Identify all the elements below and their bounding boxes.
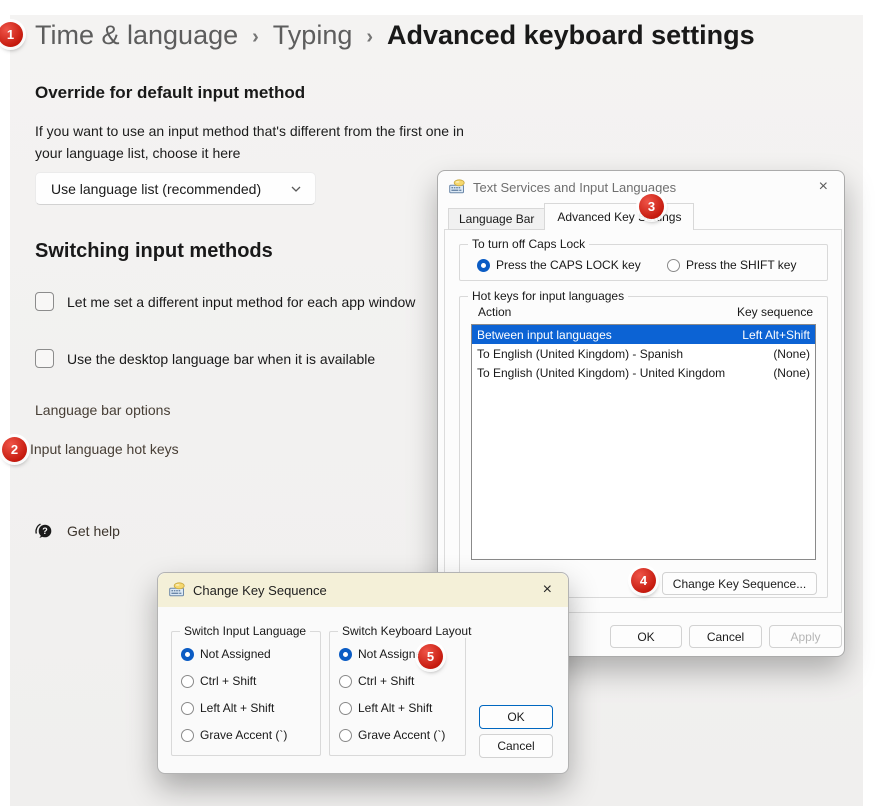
input-method-dropdown-value: Use language list (recommended) bbox=[51, 181, 261, 197]
checkbox-row-desktop-language-bar[interactable]: Use the desktop language bar when it is … bbox=[35, 349, 375, 368]
radio-input-grave-accent[interactable]: Grave Accent (`) bbox=[181, 728, 320, 742]
text-services-dialog-title: Text Services and Input Languages bbox=[473, 180, 676, 195]
radio-layout-ctrl-shift[interactable]: Ctrl + Shift bbox=[339, 674, 465, 688]
radio-label: Not Assigned bbox=[200, 647, 271, 661]
list-item-to-english-united-kingdom[interactable]: To English (United Kingdom) - United Kin… bbox=[472, 363, 815, 382]
radio-layout-grave-accent[interactable]: Grave Accent (`) bbox=[339, 728, 465, 742]
radio-label: Grave Accent (`) bbox=[200, 728, 287, 742]
list-item-to-english-spanish[interactable]: To English (United Kingdom) - Spanish (N… bbox=[472, 344, 815, 363]
override-description-line2: your language list, choose it here bbox=[35, 142, 464, 164]
switching-section-title: Switching input methods bbox=[35, 240, 273, 263]
column-header-key-sequence: Key sequence bbox=[737, 305, 813, 319]
list-item-key: (None) bbox=[773, 366, 810, 380]
column-header-action: Action bbox=[478, 305, 511, 319]
breadcrumb-separator: › bbox=[366, 26, 373, 49]
tab-language-bar[interactable]: Language Bar bbox=[448, 208, 545, 230]
input-method-dropdown[interactable]: Use language list (recommended) bbox=[35, 172, 316, 205]
radio-press-caps-lock-label: Press the CAPS LOCK key bbox=[496, 258, 641, 272]
switch-input-language-group: Switch Input Language Not Assigned Ctrl … bbox=[171, 631, 321, 756]
radio-button-icon[interactable] bbox=[339, 702, 352, 715]
close-icon[interactable]: × bbox=[814, 177, 833, 197]
switch-keyboard-layout-options: Not Assigned Ctrl + Shift Left Alt + Shi… bbox=[330, 632, 465, 742]
radio-button-icon[interactable] bbox=[339, 648, 352, 661]
keyboard-icon bbox=[449, 179, 465, 195]
radio-layout-not-assigned[interactable]: Not Assigned bbox=[339, 647, 465, 661]
radio-label: Left Alt + Shift bbox=[200, 701, 274, 715]
per-app-input-checkbox[interactable] bbox=[35, 292, 54, 311]
breadcrumb-separator: › bbox=[252, 26, 259, 49]
breadcrumb-time-language[interactable]: Time & language bbox=[35, 20, 238, 51]
radio-layout-left-alt-shift[interactable]: Left Alt + Shift bbox=[339, 701, 465, 715]
ok-button[interactable]: OK bbox=[610, 625, 682, 648]
caps-lock-group-legend: To turn off Caps Lock bbox=[468, 237, 589, 251]
hot-keys-group: Hot keys for input languages Action Key … bbox=[459, 296, 828, 598]
chevron-down-icon bbox=[290, 183, 302, 195]
radio-button-icon[interactable] bbox=[477, 259, 490, 272]
annotation-badge-5: 5 bbox=[418, 644, 443, 669]
tab-advanced-key-settings[interactable]: Advanced Key Settings bbox=[544, 203, 694, 230]
language-bar-options-link[interactable]: Language bar options bbox=[35, 402, 170, 418]
list-item-between-input-languages[interactable]: Between input languages Left Alt+Shift bbox=[472, 325, 815, 344]
help-icon: ? bbox=[33, 521, 53, 541]
breadcrumb: Time & language › Typing › Advanced keyb… bbox=[35, 20, 755, 51]
switch-keyboard-layout-group: Switch Keyboard Layout Not Assigned Ctrl… bbox=[329, 631, 466, 756]
list-item-action: To English (United Kingdom) - United Kin… bbox=[477, 366, 725, 380]
advanced-key-settings-panel: To turn off Caps Lock Press the CAPS LOC… bbox=[444, 229, 842, 613]
hot-keys-group-legend: Hot keys for input languages bbox=[468, 289, 628, 303]
radio-button-icon[interactable] bbox=[181, 648, 194, 661]
page-title: Advanced keyboard settings bbox=[387, 20, 755, 51]
radio-button-icon[interactable] bbox=[181, 675, 194, 688]
svg-text:?: ? bbox=[42, 526, 48, 536]
switch-keyboard-layout-legend: Switch Keyboard Layout bbox=[338, 624, 475, 638]
override-description: If you want to use an input method that'… bbox=[35, 120, 464, 164]
keyboard-icon bbox=[169, 582, 185, 598]
list-item-action: To English (United Kingdom) - Spanish bbox=[477, 347, 683, 361]
annotation-badge-3: 3 bbox=[639, 194, 664, 219]
get-help-link[interactable]: ? Get help bbox=[33, 521, 120, 541]
ok-button[interactable]: OK bbox=[479, 705, 553, 729]
hot-keys-column-headers: Action Key sequence bbox=[478, 305, 813, 319]
list-item-action: Between input languages bbox=[477, 328, 612, 342]
cancel-button[interactable]: Cancel bbox=[479, 734, 553, 758]
radio-press-shift[interactable]: Press the SHIFT key bbox=[667, 258, 796, 272]
cancel-button[interactable]: Cancel bbox=[689, 625, 762, 648]
checkbox-row-per-app-input[interactable]: Let me set a different input method for … bbox=[35, 292, 415, 311]
override-description-line1: If you want to use an input method that'… bbox=[35, 120, 464, 142]
radio-label: Grave Accent (`) bbox=[358, 728, 445, 742]
input-language-hot-keys-link[interactable]: Input language hot keys bbox=[30, 441, 179, 457]
radio-input-ctrl-shift[interactable]: Ctrl + Shift bbox=[181, 674, 320, 688]
change-key-sequence-dialog-title: Change Key Sequence bbox=[193, 583, 327, 598]
radio-label: Left Alt + Shift bbox=[358, 701, 432, 715]
radio-button-icon[interactable] bbox=[667, 259, 680, 272]
hot-keys-listbox[interactable]: Between input languages Left Alt+Shift T… bbox=[471, 324, 816, 560]
radio-label: Ctrl + Shift bbox=[200, 674, 256, 688]
change-key-sequence-titlebar[interactable]: Change Key Sequence × bbox=[158, 573, 568, 607]
annotation-badge-2: 2 bbox=[2, 437, 27, 462]
radio-button-icon[interactable] bbox=[181, 729, 194, 742]
radio-button-icon[interactable] bbox=[339, 729, 352, 742]
switch-input-language-options: Not Assigned Ctrl + Shift Left Alt + Shi… bbox=[172, 632, 320, 742]
per-app-input-label: Let me set a different input method for … bbox=[67, 294, 415, 310]
change-key-sequence-button[interactable]: Change Key Sequence... bbox=[662, 572, 817, 595]
radio-label: Ctrl + Shift bbox=[358, 674, 414, 688]
radio-input-not-assigned[interactable]: Not Assigned bbox=[181, 647, 320, 661]
change-key-sequence-dialog: Change Key Sequence × Switch Input Langu… bbox=[157, 572, 569, 774]
apply-button: Apply bbox=[769, 625, 842, 648]
radio-button-icon[interactable] bbox=[339, 675, 352, 688]
radio-button-icon[interactable] bbox=[181, 702, 194, 715]
switch-input-language-legend: Switch Input Language bbox=[180, 624, 310, 638]
annotation-badge-4: 4 bbox=[631, 568, 656, 593]
desktop-language-bar-label: Use the desktop language bar when it is … bbox=[67, 351, 375, 367]
radio-input-left-alt-shift[interactable]: Left Alt + Shift bbox=[181, 701, 320, 715]
breadcrumb-typing[interactable]: Typing bbox=[273, 20, 353, 51]
radio-press-shift-label: Press the SHIFT key bbox=[686, 258, 796, 272]
override-section-title: Override for default input method bbox=[35, 83, 305, 103]
caps-lock-group: To turn off Caps Lock Press the CAPS LOC… bbox=[459, 244, 828, 281]
close-icon[interactable]: × bbox=[538, 580, 557, 600]
radio-press-caps-lock[interactable]: Press the CAPS LOCK key bbox=[477, 258, 667, 272]
list-item-key: (None) bbox=[773, 347, 810, 361]
get-help-label: Get help bbox=[67, 523, 120, 539]
list-item-key: Left Alt+Shift bbox=[742, 328, 810, 342]
desktop-language-bar-checkbox[interactable] bbox=[35, 349, 54, 368]
